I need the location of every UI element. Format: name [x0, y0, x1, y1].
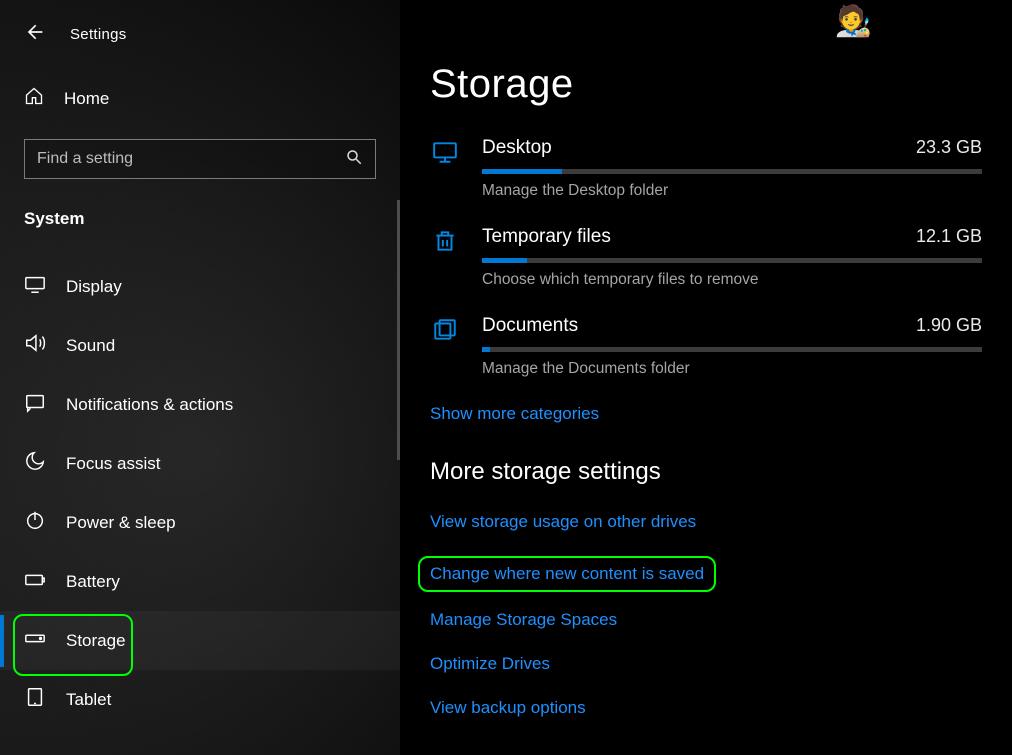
category-caption: Manage the Documents folder [482, 360, 982, 378]
scrollbar[interactable] [397, 200, 400, 460]
app-title: Settings [70, 26, 127, 43]
sound-icon [24, 332, 46, 359]
category-size: 12.1 GB [916, 226, 982, 247]
back-arrow-icon[interactable] [24, 22, 44, 47]
sidebar-item-power-sleep[interactable]: Power & sleep [0, 493, 400, 552]
battery-icon [24, 568, 46, 595]
search-box[interactable] [24, 139, 376, 179]
search-input[interactable] [37, 150, 345, 168]
usage-bar [482, 169, 982, 174]
link-storage-spaces[interactable]: Manage Storage Spaces [430, 610, 617, 629]
category-size: 1.90 GB [916, 315, 982, 336]
sidebar-item-storage[interactable]: Storage [0, 611, 400, 670]
focus-assist-icon [24, 450, 46, 477]
storage-category-temp[interactable]: Temporary files 12.1 GB Choose which tem… [430, 226, 982, 289]
main-pane: 🧑‍🎨 Storage Desktop 23.3 GB Manage the D… [400, 0, 1012, 755]
topbar: Settings [0, 12, 400, 52]
documents-icon [430, 315, 460, 343]
storage-category-documents[interactable]: Documents 1.90 GB Manage the Documents f… [430, 315, 982, 378]
search-icon [345, 148, 363, 171]
desktop-icon [430, 137, 460, 165]
category-size: 23.3 GB [916, 137, 982, 158]
category-caption: Choose which temporary files to remove [482, 271, 982, 289]
power-icon [24, 509, 46, 536]
section-label: System [0, 179, 400, 229]
sidebar-item-notifications[interactable]: Notifications & actions [0, 375, 400, 434]
show-more-link[interactable]: Show more categories [430, 404, 599, 423]
sidebar-item-label: Notifications & actions [66, 395, 233, 415]
storage-category-desktop[interactable]: Desktop 23.3 GB Manage the Desktop folde… [430, 137, 982, 200]
tablet-icon [24, 686, 46, 713]
trash-icon [430, 226, 460, 254]
sidebar-item-label: Power & sleep [66, 513, 176, 533]
sidebar-item-tablet[interactable]: Tablet [0, 670, 400, 729]
sidebar-item-focus-assist[interactable]: Focus assist [0, 434, 400, 493]
link-other-drives[interactable]: View storage usage on other drives [430, 512, 696, 531]
link-optimize-drives[interactable]: Optimize Drives [430, 654, 550, 673]
sidebar: Settings Home System Display Sound Notif… [0, 0, 400, 755]
annotation-highlight-change-location: Change where new content is saved [418, 556, 716, 592]
category-name: Temporary files [482, 226, 611, 248]
sidebar-item-label: Battery [66, 572, 120, 592]
usage-bar [482, 347, 982, 352]
sidebar-item-label: Tablet [66, 690, 111, 710]
sidebar-item-label: Sound [66, 336, 115, 356]
link-change-save-location[interactable]: Change where new content is saved [430, 564, 704, 583]
nav-list: Display Sound Notifications & actions Fo… [0, 229, 400, 729]
page-title: Storage [430, 62, 982, 107]
sidebar-item-label: Display [66, 277, 122, 297]
notifications-icon [24, 391, 46, 418]
avatar: 🧑‍🎨 [835, 4, 872, 39]
display-icon [24, 273, 46, 300]
storage-icon [24, 627, 46, 654]
sidebar-item-display[interactable]: Display [0, 257, 400, 316]
section-heading: More storage settings [430, 458, 982, 486]
home-nav[interactable]: Home [0, 52, 400, 111]
sidebar-item-battery[interactable]: Battery [0, 552, 400, 611]
sidebar-item-sound[interactable]: Sound [0, 316, 400, 375]
category-name: Documents [482, 315, 578, 337]
category-name: Desktop [482, 137, 552, 159]
sidebar-item-label: Storage [66, 631, 126, 651]
usage-bar [482, 258, 982, 263]
category-caption: Manage the Desktop folder [482, 182, 982, 200]
home-icon [24, 86, 44, 111]
home-label: Home [64, 89, 109, 109]
sidebar-item-label: Focus assist [66, 454, 160, 474]
category-list: Desktop 23.3 GB Manage the Desktop folde… [430, 137, 982, 378]
link-backup-options[interactable]: View backup options [430, 698, 586, 717]
